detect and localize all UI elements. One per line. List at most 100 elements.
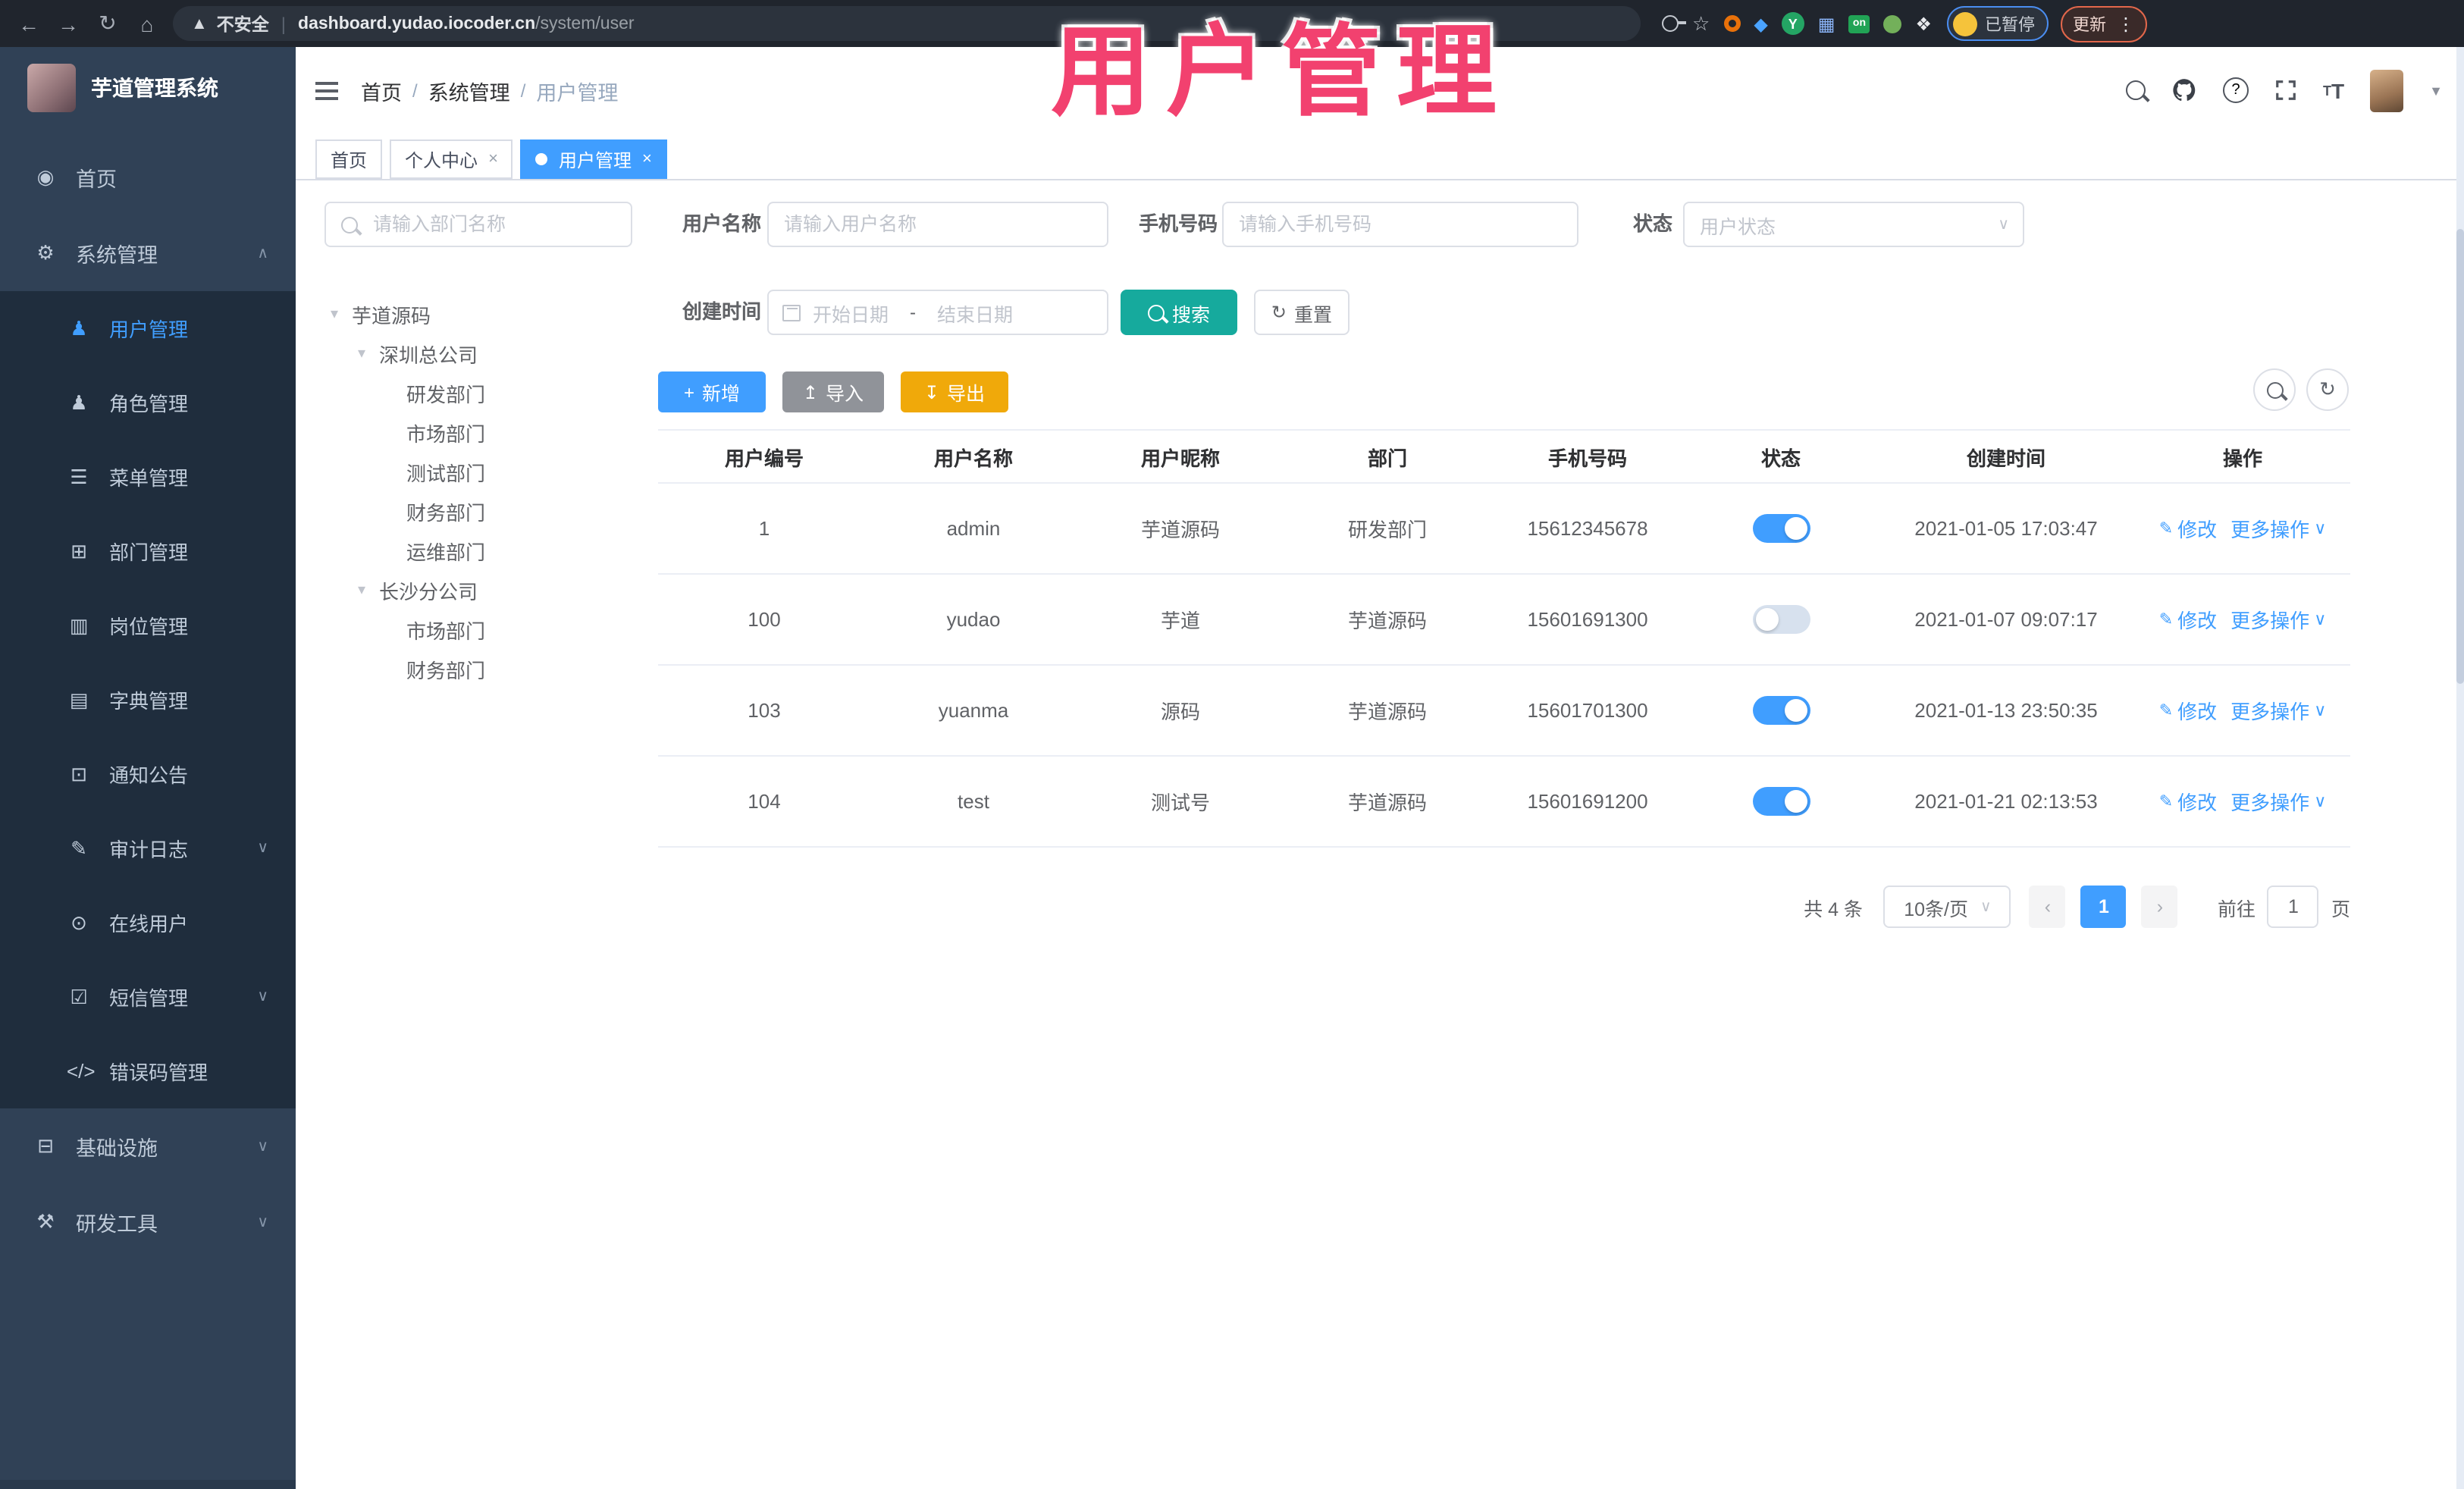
header-search-icon[interactable] xyxy=(2126,80,2146,100)
more-actions-link[interactable]: 更多操作 ∨ xyxy=(2230,696,2326,725)
logo-row[interactable]: 芋道管理系统 xyxy=(0,47,296,129)
search-button-label: 搜索 xyxy=(1171,304,1210,325)
hamburger-icon[interactable] xyxy=(315,81,338,99)
menu-system-mgmt[interactable]: ⚙ 系统管理 ∧ xyxy=(0,215,296,291)
menu-role-mgmt[interactable]: ♟ 角色管理 xyxy=(0,365,296,440)
menu-post-mgmt[interactable]: ▥ 岗位管理 xyxy=(0,588,296,663)
dept-search-input[interactable] xyxy=(370,212,631,237)
menu-dev-tools[interactable]: ⚒ 研发工具 ∨ xyxy=(0,1184,296,1260)
puzzle-extensions-icon[interactable]: ❖ xyxy=(1915,13,1932,34)
browser-menu-icon[interactable]: ⋮ xyxy=(2117,13,2135,34)
username-input[interactable] xyxy=(769,214,1107,235)
import-button[interactable]: ↥ 导入 xyxy=(782,371,884,412)
orange-ring-extension-icon[interactable] xyxy=(1723,15,1741,32)
edit-link[interactable]: ✎ 修改 xyxy=(2159,787,2217,816)
tree-node[interactable]: 财务部门 xyxy=(324,491,643,531)
help-icon[interactable]: ? xyxy=(2223,77,2249,103)
address-bar[interactable]: ▲ 不安全 | dashboard.yudao.iocoder.cn/syste… xyxy=(173,6,1641,41)
next-page-button[interactable]: › xyxy=(2141,886,2178,928)
refresh-table-button[interactable]: ↻ xyxy=(2306,368,2349,411)
tab-profile[interactable]: 个人中心 × xyxy=(390,139,513,179)
fullscreen-icon[interactable] xyxy=(2274,79,2297,102)
page-number-1[interactable]: 1 xyxy=(2080,886,2127,928)
menu-user-mgmt[interactable]: ♟ 用户管理 xyxy=(0,291,296,365)
export-button[interactable]: ↧ 导出 xyxy=(901,371,1008,412)
font-size-icon[interactable]: TT xyxy=(2323,78,2344,102)
prev-page-button[interactable]: ‹ xyxy=(2029,886,2066,928)
add-button[interactable]: + 新增 xyxy=(658,371,766,412)
scrollbar-thumb[interactable] xyxy=(2456,229,2464,684)
date-range-picker[interactable]: 开始日期 - 结束日期 xyxy=(767,290,1108,335)
menu-audit-log[interactable]: ✎ 审计日志 ∨ xyxy=(0,811,296,886)
tree-node[interactable]: 市场部门 xyxy=(324,610,643,649)
tree-node[interactable]: ▾ 芋道源码 xyxy=(324,294,643,334)
edit-link[interactable]: ✎ 修改 xyxy=(2159,696,2217,725)
col-username: 用户名称 xyxy=(933,447,1013,469)
tab-home[interactable]: 首页 xyxy=(315,139,383,179)
menu-dict-mgmt[interactable]: ▤ 字典管理 xyxy=(0,663,296,737)
breadcrumb-system[interactable]: 系统管理 xyxy=(428,75,510,105)
tree-node[interactable]: ▾ 长沙分公司 xyxy=(324,570,643,610)
menu-menu-mgmt[interactable]: ☰ 菜单管理 xyxy=(0,440,296,514)
forward-icon[interactable]: → xyxy=(49,11,88,36)
key-icon[interactable] xyxy=(1662,15,1686,32)
gem-extension-icon[interactable]: ◆ xyxy=(1754,13,1767,34)
menu-sms-mgmt[interactable]: ☑ 短信管理 ∨ xyxy=(0,960,296,1034)
reload-icon[interactable]: ↻ xyxy=(88,11,127,36)
tree-node[interactable]: 市场部门 xyxy=(324,412,643,452)
menu-error-code[interactable]: </> 错误码管理 xyxy=(0,1034,296,1108)
tree-caret-icon[interactable]: ▾ xyxy=(358,581,379,598)
tree-caret-icon[interactable]: ▾ xyxy=(331,306,352,322)
menu-infrastructure[interactable]: ⊟ 基础设施 ∨ xyxy=(0,1108,296,1184)
export-button-label: 导出 xyxy=(947,384,986,405)
home-icon[interactable]: ⌂ xyxy=(127,11,167,36)
more-actions-link[interactable]: 更多操作 ∨ xyxy=(2230,605,2326,634)
status-select[interactable]: 用户状态 ∨ xyxy=(1683,202,2024,247)
reset-button[interactable]: ↻ 重置 xyxy=(1254,290,1350,335)
tree-node[interactable]: 测试部门 xyxy=(324,452,643,491)
leaf-extension-icon[interactable] xyxy=(1883,14,1902,33)
search-button[interactable]: 搜索 xyxy=(1121,290,1237,335)
toggle-search-button[interactable] xyxy=(2253,368,2296,411)
status-toggle[interactable] xyxy=(1752,787,1810,816)
menu-notice[interactable]: ⊡ 通知公告 xyxy=(0,737,296,811)
edit-link[interactable]: ✎ 修改 xyxy=(2159,605,2217,634)
grid-extension-icon[interactable]: ▦ xyxy=(1818,13,1835,34)
tree-caret-icon[interactable]: ▾ xyxy=(358,345,379,362)
avatar-dropdown-icon[interactable]: ▼ xyxy=(2429,83,2443,98)
tree-node[interactable]: 研发部门 xyxy=(324,373,643,412)
tab-close-icon[interactable]: × xyxy=(642,150,652,168)
status-toggle[interactable] xyxy=(1752,605,1810,634)
menu-home[interactable]: ◉ 首页 xyxy=(0,139,296,215)
tab-close-icon[interactable]: × xyxy=(488,150,498,168)
menu-item-icon: ⊟ xyxy=(37,1134,54,1157)
green-extension-icon[interactable]: Y xyxy=(1781,12,1804,35)
breadcrumb-home[interactable]: 首页 xyxy=(361,75,402,105)
tab-user-mgmt[interactable]: 用户管理 × xyxy=(520,139,667,179)
start-date-placeholder: 开始日期 xyxy=(813,304,889,325)
mobile-input[interactable] xyxy=(1224,214,1577,235)
status-toggle[interactable] xyxy=(1752,696,1810,725)
switch-on-extension-icon[interactable]: on xyxy=(1848,14,1870,33)
menu-online-users[interactable]: ⊙ 在线用户 xyxy=(0,886,296,960)
goto-page-input[interactable] xyxy=(2267,886,2319,928)
page-size-select[interactable]: 10条/页 ∨ xyxy=(1883,886,2011,928)
tree-node[interactable]: ▾ 深圳总公司 xyxy=(324,334,643,373)
github-icon[interactable] xyxy=(2171,77,2197,103)
cell-user-id: 100 xyxy=(748,608,781,631)
bookmark-star-icon[interactable]: ☆ xyxy=(1692,11,1710,36)
tree-node[interactable]: 财务部门 xyxy=(324,649,643,688)
scrollbar-track[interactable] xyxy=(2456,47,2464,1489)
browser-update-button[interactable]: 更新 ⋮ xyxy=(2061,5,2147,42)
more-actions-link[interactable]: 更多操作 ∨ xyxy=(2230,514,2326,543)
menu-dept-mgmt[interactable]: ⊞ 部门管理 xyxy=(0,514,296,588)
back-icon[interactable]: ← xyxy=(9,11,49,36)
search-icon xyxy=(1147,304,1165,321)
status-toggle[interactable] xyxy=(1752,514,1810,543)
tree-node[interactable]: 运维部门 xyxy=(324,531,643,570)
edit-link[interactable]: ✎ 修改 xyxy=(2159,514,2217,543)
page-size-value: 10条/页 xyxy=(1904,898,1968,920)
browser-profile-chip[interactable]: 已暂停 xyxy=(1947,6,2049,41)
user-avatar[interactable] xyxy=(2370,69,2404,111)
more-actions-link[interactable]: 更多操作 ∨ xyxy=(2230,787,2326,816)
